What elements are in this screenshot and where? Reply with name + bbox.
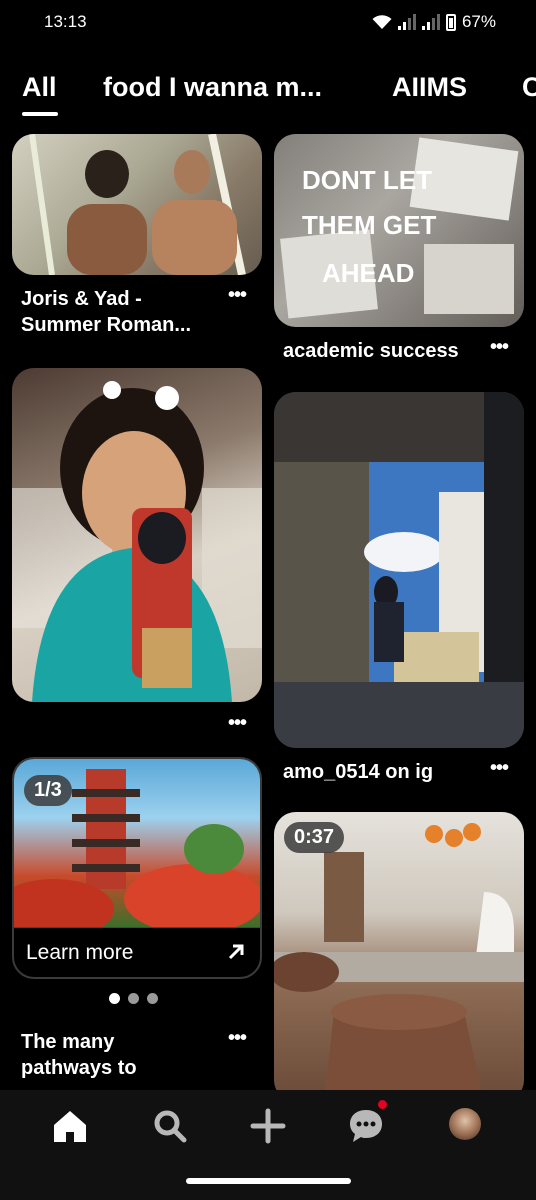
search-icon[interactable] [152,1108,188,1144]
bottom-nav [0,1090,536,1162]
pin-image-anime[interactable] [274,392,524,748]
tab-aiims[interactable]: AIIMS [392,72,467,103]
arrow-up-right-icon [228,944,244,960]
svg-text:DONT LET: DONT LET [302,165,432,195]
more-options-icon[interactable]: ••• [228,712,247,735]
learn-more-button[interactable]: Learn more [14,927,260,977]
more-options-icon[interactable]: ••• [490,336,509,359]
pin-image-joris[interactable] [12,134,262,275]
wifi-icon [372,15,392,29]
gesture-bar [0,1162,536,1200]
learn-more-label: Learn more [26,941,134,964]
board-tabs: All food I wanna m... AIIMS C [0,66,536,126]
pin-image-academic[interactable]: DONT LET THEM GET AHEAD [274,134,524,327]
pin-illustration [274,392,524,748]
status-time: 13:13 [44,12,87,31]
status-bar: 13:13 67% [0,0,536,44]
carousel-dots [109,993,158,1004]
home-icon[interactable] [52,1108,88,1144]
battery-icon [445,13,456,31]
tab-selected-indicator [22,112,58,116]
pin-illustration [12,134,262,275]
svg-text:THEM GET: THEM GET [302,210,436,240]
signal-icon [421,14,440,30]
profile-avatar[interactable] [449,1108,481,1140]
notification-dot [378,1100,387,1109]
pin-title[interactable]: The many pathways to [21,1029,137,1081]
tab-c[interactable]: C [522,72,536,103]
pin-illustration: DONT LET THEM GET AHEAD [274,134,524,327]
signal-icon [397,14,416,30]
home-indicator[interactable] [186,1178,351,1184]
video-duration: 0:37 [284,822,345,853]
more-options-icon[interactable]: ••• [228,1027,247,1050]
svg-text:AHEAD: AHEAD [322,258,414,288]
promoted-pin-card[interactable]: 1/3 Learn more [12,757,262,979]
more-options-icon[interactable]: ••• [490,757,509,780]
pin-image-girl[interactable] [12,368,262,702]
status-icons: 67% [372,12,496,32]
tab-all[interactable]: All [22,72,57,103]
battery-percent: 67% [461,12,496,31]
tab-food[interactable]: food I wanna m... [103,72,322,103]
more-options-icon[interactable]: ••• [228,284,247,307]
pin-illustration [274,823,524,1102]
carousel-counter: 1/3 [24,775,72,806]
pin-illustration [12,381,262,702]
create-icon[interactable] [250,1108,286,1144]
pin-video-chocolate[interactable]: 0:37 [274,812,524,1102]
pin-title[interactable]: amo_0514 on ig [283,759,433,785]
pin-title[interactable]: Joris & Yad - Summer Roman... [21,286,191,338]
messages-icon[interactable] [348,1106,386,1144]
pin-title[interactable]: academic success [283,338,459,364]
